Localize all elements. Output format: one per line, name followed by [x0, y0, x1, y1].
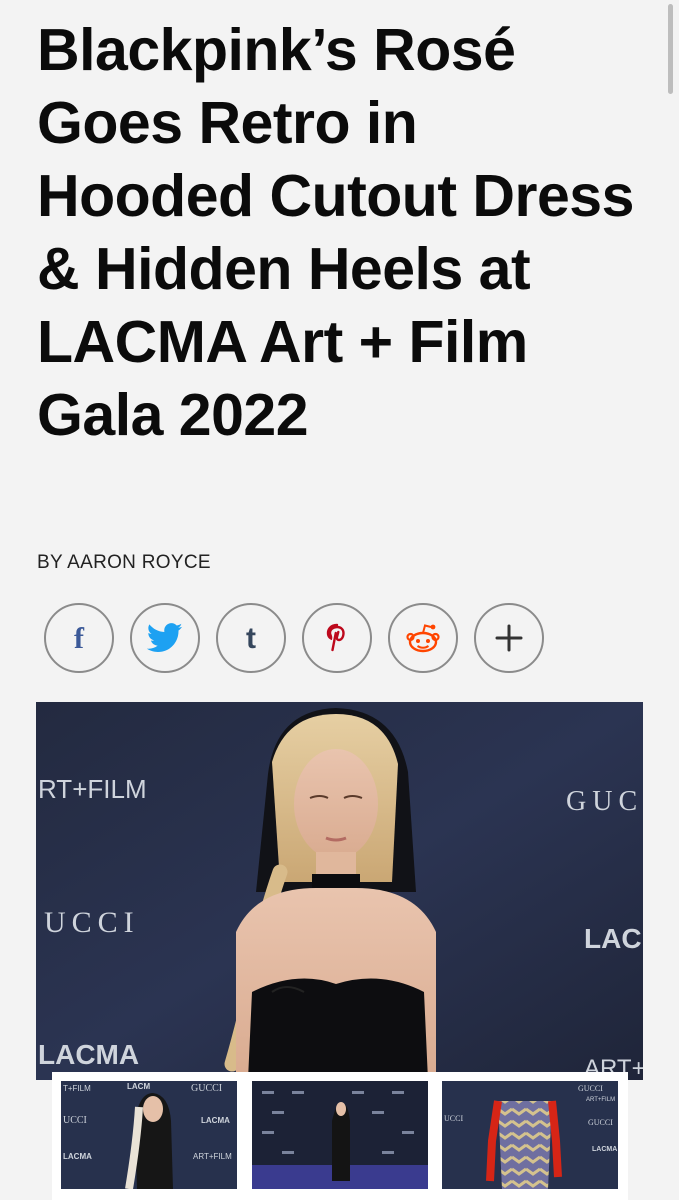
thumb-label: GUCCI: [578, 1084, 603, 1093]
thumb-label: ART+FILM: [586, 1097, 615, 1103]
reddit-icon: [406, 624, 440, 653]
watermark-gucci-left: UCCI: [44, 906, 140, 939]
thumb-label: ART+FILM: [193, 1152, 232, 1161]
thumb-label: LACMA: [592, 1146, 617, 1153]
page-scrollbar[interactable]: [668, 4, 673, 94]
article-headline: Blackpink’s Rosé Goes Retro in Hooded Cu…: [37, 17, 634, 448]
thumb-label: T+FILM: [63, 1084, 91, 1093]
facebook-share-button[interactable]: f: [44, 603, 114, 673]
facebook-icon: f: [74, 623, 85, 653]
watermark-gucci-right: GUC: [566, 786, 643, 817]
gallery-thumbnail[interactable]: [252, 1081, 428, 1189]
pinterest-share-button[interactable]: [302, 603, 372, 673]
gallery-thumbnail[interactable]: T+FILM LACM GUCCI UCCI LACMA LACMA ART+F…: [61, 1081, 237, 1189]
thumb-label: UCCI: [444, 1114, 463, 1123]
pinterest-icon: [326, 623, 345, 652]
svg-text:t: t: [246, 623, 256, 653]
svg-text:f: f: [74, 623, 85, 653]
gallery-thumbnail[interactable]: GUCCI LACMA ART+FILM UCCI GUCCI: [442, 1081, 618, 1189]
twitter-share-button[interactable]: [130, 603, 200, 673]
thumb-label: LACM: [127, 1082, 150, 1091]
more-share-button[interactable]: [474, 603, 544, 673]
watermark-art-film: RT+FILM: [38, 774, 147, 804]
tumblr-share-button[interactable]: t: [216, 603, 286, 673]
share-buttons: f t: [44, 603, 544, 673]
article-byline[interactable]: BY AARON ROYCE: [37, 552, 211, 574]
tumblr-icon: t: [246, 623, 256, 653]
twitter-icon: [147, 623, 183, 652]
thumb-label: LACMA: [63, 1152, 92, 1161]
thumb-label: GUCCI: [191, 1083, 222, 1094]
reddit-share-button[interactable]: [388, 603, 458, 673]
gallery-thumbnail-strip: T+FILM LACM GUCCI UCCI LACMA LACMA ART+F…: [52, 1072, 628, 1200]
plus-icon: [495, 624, 523, 652]
watermark-lacma-right: LACN: [584, 923, 643, 954]
thumb-label: GUCCI: [588, 1118, 613, 1127]
thumb-label: LACMA: [201, 1116, 230, 1125]
thumb-label: UCCI: [63, 1115, 87, 1126]
watermark-lacma-left: LACMA: [38, 1039, 139, 1070]
hero-photo[interactable]: RT+FILM UCCI GUC LACN LACMA ART+F: [36, 702, 643, 1080]
